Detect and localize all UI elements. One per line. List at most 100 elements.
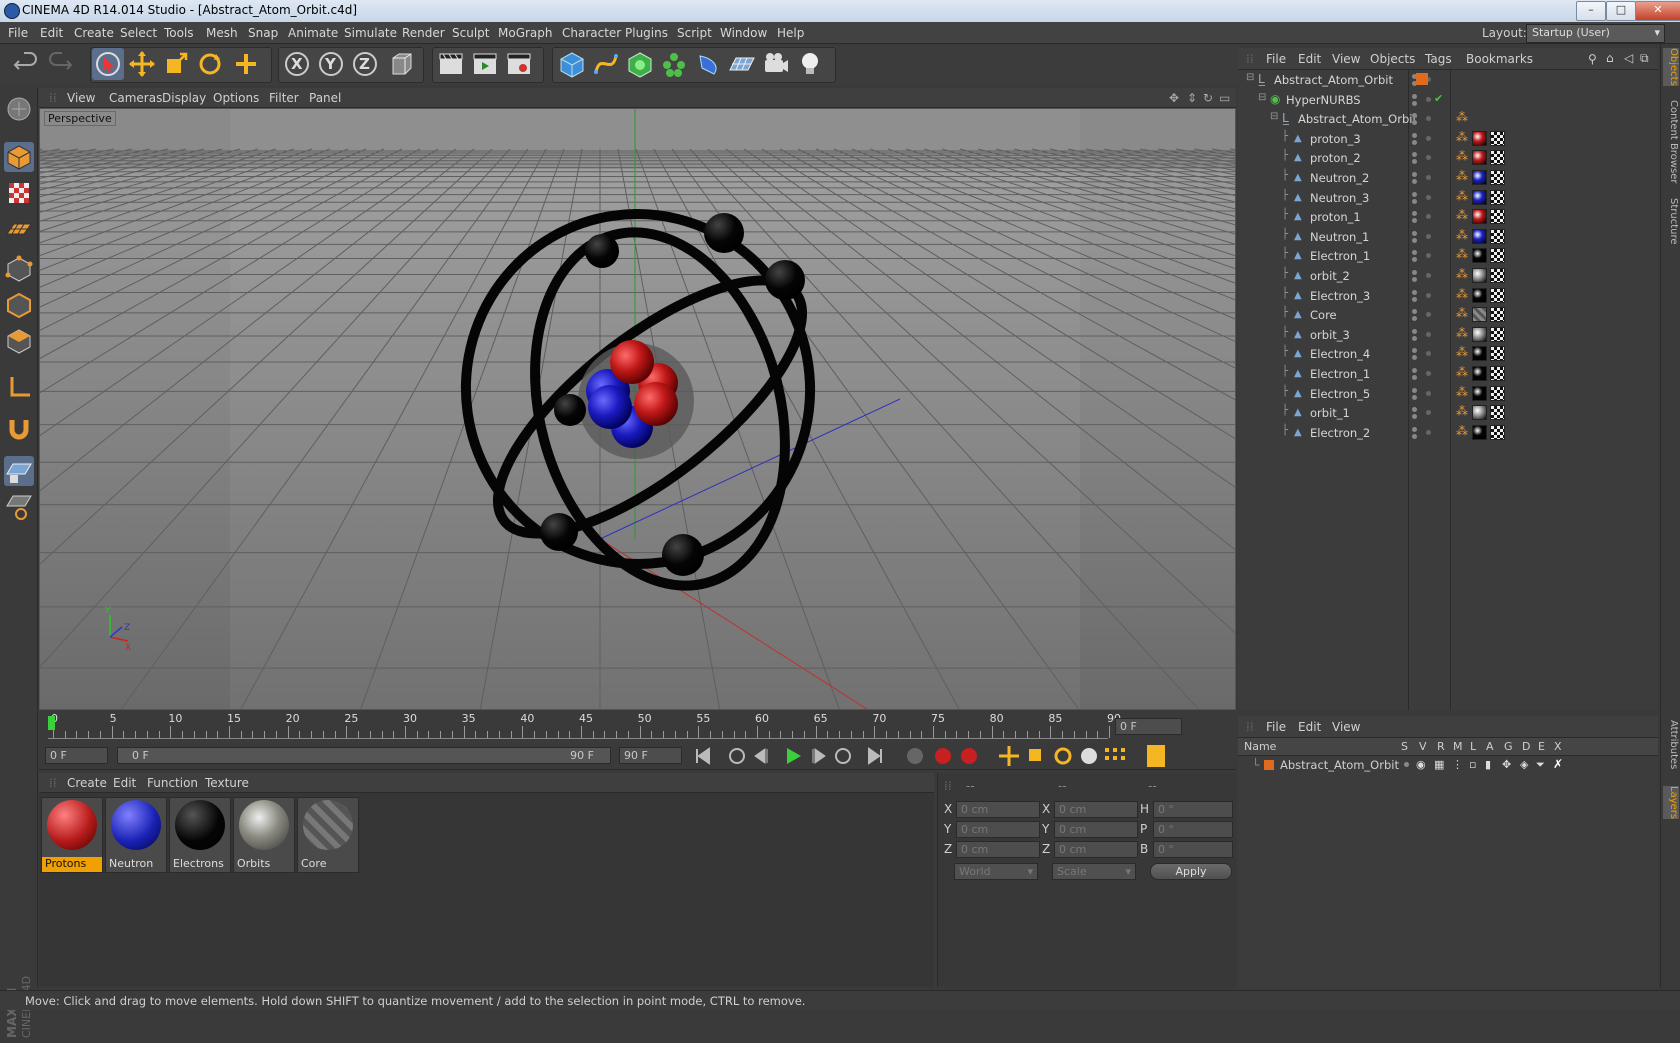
texture-tag-icon[interactable]	[1490, 326, 1505, 342]
points-mode-button[interactable]	[4, 254, 34, 284]
viewport-menu-filter[interactable]: Filter	[269, 91, 299, 105]
menu-tools[interactable]: Tools	[164, 26, 194, 40]
enable-dot[interactable]	[1426, 390, 1431, 396]
phong-tag-icon[interactable]: ⁂	[1456, 306, 1468, 320]
tab-layers[interactable]: Layers	[1663, 786, 1679, 820]
add-cube-button[interactable]	[556, 48, 588, 80]
objects-menu-objects[interactable]: Objects	[1370, 52, 1415, 66]
object-row[interactable]: ├ ▲ Electron_1 ⁂	[1238, 246, 1658, 266]
viewport-rotate-icon[interactable]: ↻	[1203, 91, 1213, 105]
layout-select[interactable]: Startup (User) ▾	[1526, 24, 1665, 43]
object-name[interactable]: Electron_5	[1310, 387, 1370, 401]
menu-plugins[interactable]: Plugins	[625, 26, 668, 40]
editor-visibility-dot[interactable]	[1412, 407, 1417, 413]
layer-col-manager[interactable]: M	[1453, 740, 1463, 753]
layer-color-swatch[interactable]	[1264, 760, 1274, 770]
texture-tag-icon[interactable]	[1490, 189, 1505, 205]
viewport-maximize-icon[interactable]: ▭	[1219, 91, 1230, 105]
start-frame-field[interactable]: 0 F	[45, 747, 108, 764]
layer-col-xref[interactable]: X	[1554, 740, 1562, 753]
phong-tag-icon[interactable]: ⁂	[1456, 110, 1468, 124]
menu-render[interactable]: Render	[402, 26, 445, 40]
texture-tag-icon[interactable]	[1490, 346, 1505, 362]
add-array-button[interactable]	[658, 48, 690, 80]
lock-icon[interactable]: ▫	[1469, 758, 1476, 771]
size-x-field[interactable]: 0 cm	[1054, 801, 1138, 818]
texture-tag-icon[interactable]	[1490, 248, 1505, 264]
enable-dot[interactable]	[1426, 292, 1431, 298]
object-row[interactable]: ├ ▲ orbit_3 ⁂	[1238, 325, 1658, 345]
make-editable-button[interactable]	[4, 94, 34, 124]
keyframe-selection-icon[interactable]	[961, 748, 977, 764]
menu-script[interactable]: Script	[677, 26, 712, 40]
add-spline-button[interactable]	[590, 48, 622, 80]
render-visibility-dot[interactable]	[1412, 159, 1417, 165]
key-rotation-icon[interactable]	[1054, 747, 1072, 765]
menu-mesh[interactable]: Mesh	[206, 26, 238, 40]
objects-menu-file[interactable]: File	[1266, 52, 1286, 66]
material-tag-icon[interactable]	[1472, 385, 1487, 401]
render-to-picture-viewer-button[interactable]	[469, 48, 501, 80]
previous-key-icon[interactable]	[729, 748, 745, 764]
object-name[interactable]: Electron_1	[1310, 367, 1370, 381]
object-name[interactable]: Abstract_Atom_Orbit	[1274, 73, 1393, 87]
undo-button[interactable]	[10, 48, 42, 80]
object-row[interactable]: ⊟ L̲ Abstract_Atom_Orbit	[1238, 70, 1658, 90]
expand-toggle-icon[interactable]: ⊟	[1258, 92, 1266, 103]
material-tag-icon[interactable]	[1472, 130, 1487, 146]
material-tag-icon[interactable]	[1472, 424, 1487, 440]
editor-visibility-dot[interactable]	[1412, 93, 1417, 99]
add-camera-button[interactable]	[760, 48, 792, 80]
object-row[interactable]: ├ ▲ Electron_1 ⁂	[1238, 364, 1658, 384]
texture-tag-icon[interactable]	[1490, 307, 1505, 323]
pos-y-field[interactable]: 0 cm	[956, 821, 1040, 838]
layer-col-animation[interactable]: A	[1486, 740, 1494, 753]
menu-snap[interactable]: Snap	[248, 26, 278, 40]
enable-dot[interactable]	[1426, 371, 1431, 376]
viewport-menu-display[interactable]: Display	[162, 91, 206, 105]
layers-menu-file[interactable]: File	[1266, 720, 1286, 734]
object-name[interactable]: orbit_1	[1310, 406, 1350, 420]
layer-color-swatch[interactable]	[1416, 73, 1428, 85]
render-visibility-dot[interactable]	[1412, 335, 1417, 341]
object-name[interactable]: Electron_1	[1310, 249, 1370, 263]
close-button[interactable]: ✕	[1635, 1, 1680, 21]
render-visibility-dot[interactable]	[1412, 375, 1417, 380]
material-menu-edit[interactable]: Edit	[113, 776, 136, 790]
layer-col-solo[interactable]: S	[1401, 740, 1408, 753]
key-parameter-icon[interactable]	[1081, 748, 1097, 764]
phong-tag-icon[interactable]: ⁂	[1456, 208, 1468, 222]
workplane-lock-button[interactable]	[4, 456, 34, 486]
rotate-tool-button[interactable]	[194, 48, 226, 80]
render-visibility-dot[interactable]	[1412, 277, 1417, 282]
phong-tag-icon[interactable]: ⁂	[1456, 267, 1468, 281]
phong-tag-icon[interactable]: ⁂	[1456, 149, 1468, 163]
layer-name[interactable]: Abstract_Atom_Orbit	[1280, 758, 1399, 772]
layer-col-render[interactable]: R	[1437, 740, 1445, 753]
render-visibility-dot[interactable]	[1412, 179, 1417, 184]
layer-col-view[interactable]: V	[1419, 740, 1427, 753]
object-row[interactable]: ├ ▲ Electron_2 ⁂	[1238, 423, 1658, 443]
menu-select[interactable]: Select	[120, 26, 157, 40]
material-tag-icon[interactable]	[1472, 170, 1487, 185]
layer-col-locked[interactable]: L	[1470, 740, 1476, 753]
scale-tool-button[interactable]	[160, 48, 192, 80]
editor-visibility-dot[interactable]	[1412, 328, 1417, 334]
editor-visibility-dot[interactable]	[1412, 211, 1417, 217]
render-visibility-dot[interactable]	[1412, 218, 1417, 224]
phong-tag-icon[interactable]: ⁂	[1456, 228, 1468, 242]
object-name[interactable]: proton_2	[1310, 151, 1361, 165]
phong-tag-icon[interactable]: ⁂	[1456, 287, 1468, 301]
object-name[interactable]: Neutron_3	[1310, 191, 1369, 205]
viewport-zoom-icon[interactable]: ⇕	[1187, 91, 1197, 105]
layer-col-deformers[interactable]: D	[1522, 740, 1530, 753]
tab-objects[interactable]: Objects	[1663, 48, 1679, 86]
go-to-start-icon[interactable]	[696, 747, 710, 765]
object-row[interactable]: ├ ▲ proton_1 ⁂	[1238, 207, 1658, 227]
axis-mode-button[interactable]	[4, 372, 34, 402]
next-key-icon[interactable]	[835, 748, 851, 764]
menu-animate[interactable]: Animate	[288, 26, 338, 40]
object-row[interactable]: ├ ▲ Electron_4 ⁂	[1238, 344, 1658, 364]
viewport-menu-cameras[interactable]: Cameras	[109, 91, 162, 105]
object-name[interactable]: proton_3	[1310, 132, 1361, 146]
